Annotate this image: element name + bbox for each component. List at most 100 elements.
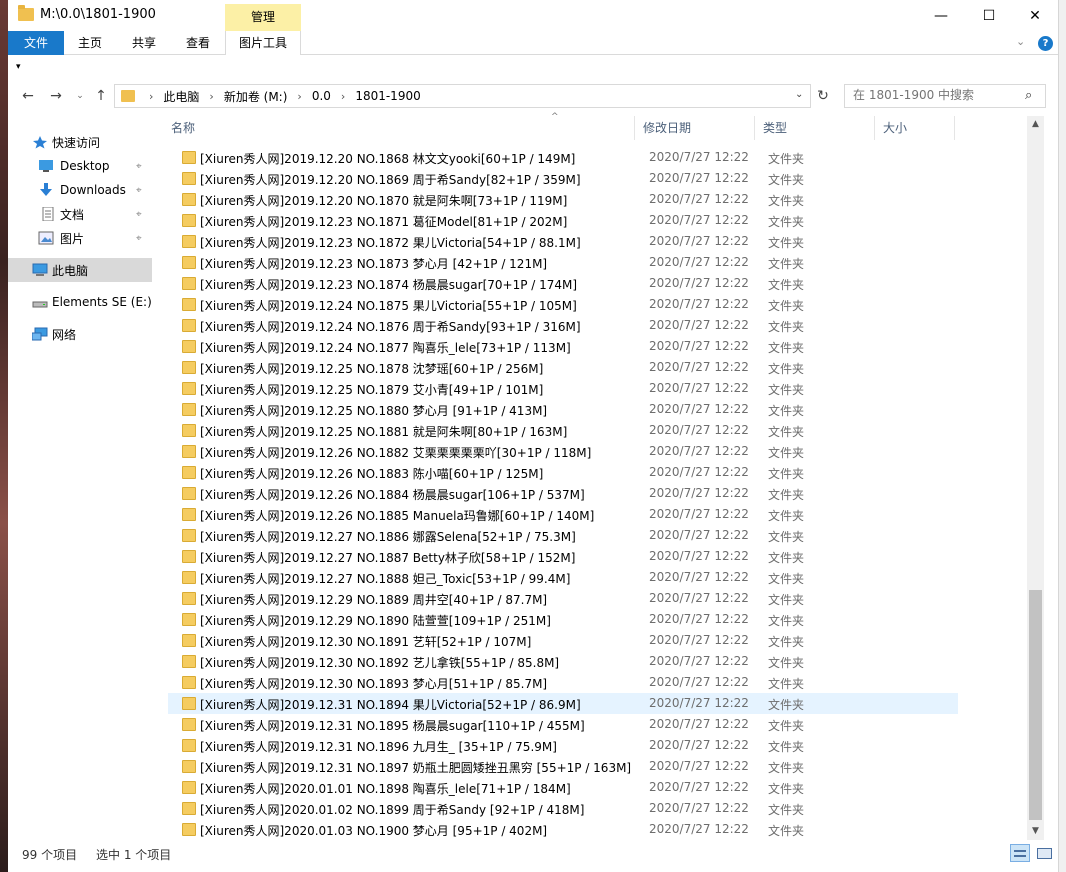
breadcrumb-this-pc[interactable]: 此电脑 — [159, 88, 203, 105]
list-item[interactable]: [Xiuren秀人网]2019.12.24 NO.1877 陶喜乐_lele[7… — [168, 336, 958, 357]
column-type[interactable]: 类型 — [755, 116, 875, 140]
list-item[interactable]: [Xiuren秀人网]2019.12.26 NO.1883 陈小喵[60+1P … — [168, 462, 958, 483]
file-date: 2020/7/27 12:22 — [649, 507, 749, 521]
scroll-down-icon[interactable]: ▼ — [1027, 823, 1044, 840]
list-item[interactable]: [Xiuren秀人网]2019.12.30 NO.1893 梦心月[51+1P … — [168, 672, 958, 693]
column-date-modified[interactable]: 修改日期 — [635, 116, 755, 140]
breadcrumb-current[interactable]: 1801-1900 — [351, 89, 424, 103]
list-item[interactable]: [Xiuren秀人网]2019.12.31 NO.1894 果儿Victoria… — [168, 693, 958, 714]
pin-icon[interactable]: ⌖ — [136, 185, 142, 196]
folder-icon — [182, 739, 196, 752]
list-item[interactable]: [Xiuren秀人网]2019.12.25 NO.1878 沈梦瑶[60+1P … — [168, 357, 958, 378]
up-arrow-icon[interactable]: ↑ — [91, 86, 111, 106]
list-item[interactable]: [Xiuren秀人网]2019.12.26 NO.1885 Manuela玛鲁娜… — [168, 504, 958, 525]
list-item[interactable]: [Xiuren秀人网]2019.12.25 NO.1879 艾小青[49+1P … — [168, 378, 958, 399]
list-item[interactable]: [Xiuren秀人网]2019.12.23 NO.1872 果儿Victoria… — [168, 231, 958, 252]
maximize-button[interactable]: ☐ — [966, 0, 1012, 31]
pin-icon[interactable]: ⌖ — [136, 161, 142, 172]
sidebar-item-quick-access[interactable]: 快速访问 — [8, 130, 152, 154]
scrollbar-thumb[interactable] — [1029, 590, 1042, 820]
list-item[interactable]: [Xiuren秀人网]2019.12.20 NO.1870 就是阿朱啊[73+1… — [168, 189, 958, 210]
file-date: 2020/7/27 12:22 — [649, 213, 749, 227]
pin-icon[interactable]: ⌖ — [136, 209, 142, 220]
list-item[interactable]: [Xiuren秀人网]2019.12.24 NO.1876 周于希Sandy[9… — [168, 315, 958, 336]
sidebar-item-pictures[interactable]: 图片 ⌖ — [8, 226, 152, 250]
list-item[interactable]: [Xiuren秀人网]2019.12.23 NO.1873 梦心月 [42+1P… — [168, 252, 958, 273]
back-arrow-icon[interactable]: ← — [18, 86, 38, 106]
sidebar-item-elements-drive[interactable]: Elements SE (E:) — [8, 290, 152, 314]
search-box[interactable]: ⌕ — [844, 84, 1046, 108]
list-item[interactable]: [Xiuren秀人网]2019.12.31 NO.1896 九月生_ [35+1… — [168, 735, 958, 756]
customize-toolbar-icon[interactable]: ▾ — [16, 62, 21, 72]
file-date: 2020/7/27 12:22 — [649, 612, 749, 626]
list-item[interactable]: [Xiuren秀人网]2019.12.30 NO.1892 艺儿拿铁[55+1P… — [168, 651, 958, 672]
list-item[interactable]: [Xiuren秀人网]2019.12.20 NO.1868 林文文yooki[6… — [168, 147, 958, 168]
list-item[interactable]: [Xiuren秀人网]2019.12.27 NO.1888 妲己_Toxic[5… — [168, 567, 958, 588]
list-item[interactable]: [Xiuren秀人网]2020.01.02 NO.1899 周于希Sandy [… — [168, 798, 958, 819]
file-name: [Xiuren秀人网]2019.12.26 NO.1884 杨晨晨sugar[1… — [200, 488, 585, 502]
close-button[interactable]: ✕ — [1012, 0, 1058, 31]
refresh-icon[interactable]: ↻ — [813, 86, 833, 106]
file-name: [Xiuren秀人网]2019.12.25 NO.1879 艾小青[49+1P … — [200, 383, 544, 397]
ribbon-expand-icon[interactable]: ⌄ — [1016, 35, 1025, 48]
chevron-right-icon[interactable]: › — [203, 90, 219, 103]
list-item[interactable]: [Xiuren秀人网]2019.12.24 NO.1875 果儿Victoria… — [168, 294, 958, 315]
manage-context-tab[interactable]: 管理 — [225, 4, 301, 31]
minimize-button[interactable]: — — [918, 0, 964, 31]
file-date: 2020/7/27 12:22 — [649, 654, 749, 668]
chevron-down-icon[interactable]: ⌄ — [795, 89, 803, 100]
help-icon[interactable]: ? — [1038, 36, 1053, 51]
tab-picture-tools[interactable]: 图片工具 — [225, 31, 301, 55]
column-size[interactable]: 大小 — [875, 116, 955, 140]
pin-icon[interactable]: ⌖ — [136, 233, 142, 244]
chevron-right-icon[interactable]: › — [143, 90, 159, 103]
list-item[interactable]: [Xiuren秀人网]2019.12.20 NO.1869 周于希Sandy[8… — [168, 168, 958, 189]
list-item[interactable]: [Xiuren秀人网]2019.12.29 NO.1889 周井空[40+1P … — [168, 588, 958, 609]
sidebar-item-desktop[interactable]: Desktop ⌖ — [8, 154, 152, 178]
breadcrumb-folder[interactable]: 0.0 — [308, 89, 335, 103]
column-name[interactable]: 名称 — [163, 116, 635, 140]
folder-icon — [182, 802, 196, 815]
file-date: 2020/7/27 12:22 — [649, 381, 749, 395]
sidebar-item-network[interactable]: 网络 — [8, 322, 152, 346]
sidebar-item-documents[interactable]: 文档 ⌖ — [8, 202, 152, 226]
vertical-scrollbar[interactable]: ▲ ▼ — [1027, 116, 1044, 840]
search-input[interactable] — [853, 88, 1023, 102]
chevron-right-icon[interactable]: › — [335, 90, 351, 103]
list-item[interactable]: [Xiuren秀人网]2019.12.30 NO.1891 艺轩[52+1P /… — [168, 630, 958, 651]
folder-icon — [182, 235, 196, 248]
address-bar[interactable]: › 此电脑 › 新加卷 (M:) › 0.0 › 1801-1900 ⌄ — [114, 84, 811, 108]
chevron-right-icon[interactable]: › — [291, 90, 307, 103]
list-item[interactable]: [Xiuren秀人网]2019.12.23 NO.1874 杨晨晨sugar[7… — [168, 273, 958, 294]
tab-home[interactable]: 主页 — [66, 31, 114, 55]
list-item[interactable]: [Xiuren秀人网]2019.12.31 NO.1895 杨晨晨sugar[1… — [168, 714, 958, 735]
navigation-pane: 快速访问 Desktop ⌖ Downloads ⌖ 文档 ⌖ 图片 ⌖ 此电脑 — [8, 118, 158, 840]
scroll-up-icon[interactable]: ▲ — [1027, 116, 1044, 133]
list-item[interactable]: [Xiuren秀人网]2019.12.25 NO.1880 梦心月 [91+1P… — [168, 399, 958, 420]
list-item[interactable]: [Xiuren秀人网]2019.12.27 NO.1887 Betty林子欣[5… — [168, 546, 958, 567]
details-view-icon[interactable] — [1010, 844, 1030, 862]
tab-view[interactable]: 查看 — [174, 31, 222, 55]
list-item[interactable]: [Xiuren秀人网]2019.12.29 NO.1890 陆萱萱[109+1P… — [168, 609, 958, 630]
forward-arrow-icon[interactable]: → — [46, 86, 66, 106]
tab-share[interactable]: 共享 — [120, 31, 168, 55]
breadcrumb-drive[interactable]: 新加卷 (M:) — [220, 88, 292, 105]
large-icons-view-icon[interactable] — [1034, 844, 1054, 862]
file-type: 文件夹 — [768, 299, 805, 313]
list-item[interactable]: [Xiuren秀人网]2019.12.25 NO.1881 就是阿朱啊[80+1… — [168, 420, 958, 441]
file-type: 文件夹 — [768, 488, 805, 502]
list-item[interactable]: [Xiuren秀人网]2020.01.01 NO.1898 陶喜乐_lele[7… — [168, 777, 958, 798]
list-item[interactable]: [Xiuren秀人网]2019.12.27 NO.1886 娜露Selena[5… — [168, 525, 958, 546]
file-type: 文件夹 — [768, 593, 805, 607]
sidebar-item-this-pc[interactable]: 此电脑 — [8, 258, 152, 282]
search-icon[interactable]: ⌕ — [1025, 88, 1032, 103]
list-item[interactable]: [Xiuren秀人网]2019.12.23 NO.1871 葛征Model[81… — [168, 210, 958, 231]
sidebar-item-downloads[interactable]: Downloads ⌖ — [8, 178, 152, 202]
tab-file[interactable]: 文件 — [8, 31, 64, 55]
recent-locations-icon[interactable]: ⌄ — [70, 86, 90, 106]
folder-icon — [182, 487, 196, 500]
list-item[interactable]: [Xiuren秀人网]2019.12.26 NO.1884 杨晨晨sugar[1… — [168, 483, 958, 504]
list-item[interactable]: [Xiuren秀人网]2019.12.26 NO.1882 艾栗栗栗栗栗吖[30… — [168, 441, 958, 462]
list-item[interactable]: [Xiuren秀人网]2019.12.31 NO.1897 奶瓶土肥圆矮挫丑黑穷… — [168, 756, 958, 777]
list-item[interactable]: [Xiuren秀人网]2020.01.03 NO.1900 梦心月 [95+1P… — [168, 819, 958, 840]
